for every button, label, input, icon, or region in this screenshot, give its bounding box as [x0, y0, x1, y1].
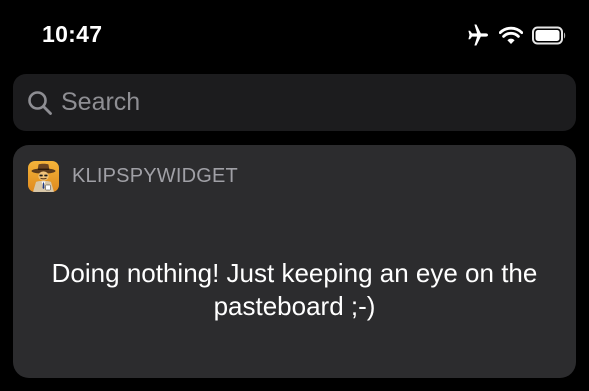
klipspy-widget[interactable]: KLIPSPYWIDGET Doing nothing! Just keepin…: [13, 145, 576, 378]
battery-icon: [532, 26, 567, 45]
widget-header: KLIPSPYWIDGET: [28, 160, 238, 192]
widget-app-name: KLIPSPYWIDGET: [72, 164, 238, 187]
search-input[interactable]: [61, 88, 541, 117]
status-bar: 10:47: [0, 0, 589, 70]
spy-detective-icon: [28, 160, 59, 192]
wifi-icon: [499, 26, 523, 45]
widget-message: Doing nothing! Just keeping an eye on th…: [51, 258, 538, 321]
status-time: 10:47: [42, 21, 103, 47]
status-icons: [466, 24, 567, 46]
airplane-icon: [466, 24, 490, 46]
search-icon: [27, 90, 53, 116]
search-bar[interactable]: [13, 74, 576, 131]
